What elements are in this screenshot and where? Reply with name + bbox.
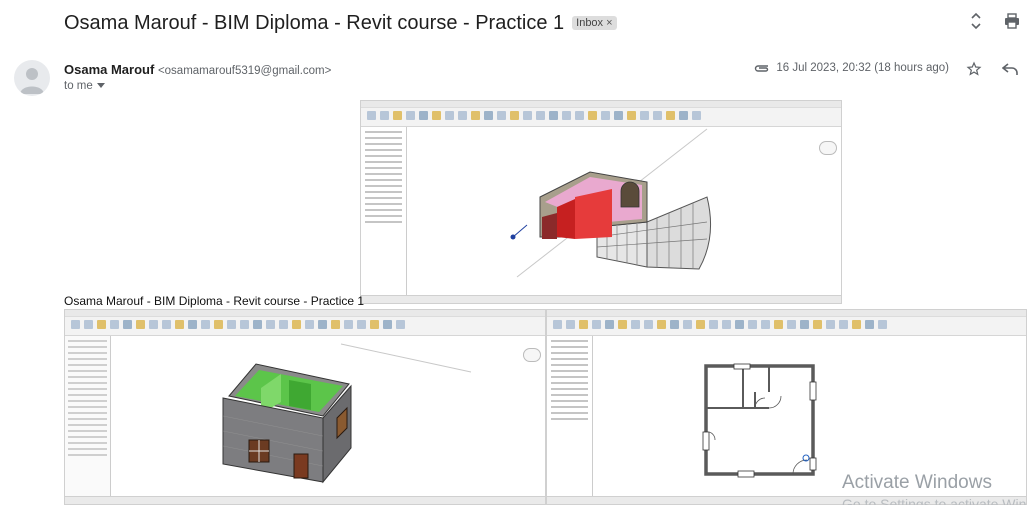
project-browser-panel [361, 127, 407, 295]
activate-windows-subtitle: Go to Settings to activate Windows. [842, 496, 1027, 505]
inbox-label-chip[interactable]: Inbox × [572, 16, 617, 30]
activate-windows-title: Activate Windows [842, 472, 992, 493]
print-icon[interactable] [1003, 12, 1021, 30]
unfold-icon[interactable] [967, 12, 985, 30]
sender-name[interactable]: Osama Marouf [64, 62, 154, 77]
sender-line: Osama Marouf <osamamarouf5319@gmail.com> [64, 62, 331, 77]
revit-status-bar [361, 295, 841, 303]
attachment-caption: Osama Marouf - BIM Diploma - Revit cours… [64, 294, 365, 308]
sender-avatar[interactable] [14, 60, 50, 96]
star-icon[interactable] [965, 60, 983, 78]
email-subject: Osama Marouf - BIM Diploma - Revit cours… [64, 11, 565, 34]
inbox-label-text: Inbox [576, 17, 604, 29]
project-browser-panel [547, 336, 593, 496]
properties-panel [65, 336, 111, 496]
subject-row: Osama Marouf - BIM Diploma - Revit cours… [64, 8, 617, 38]
revit-status-bar [65, 496, 545, 504]
remove-label-button[interactable]: × [606, 17, 612, 29]
paperclip-icon [755, 65, 769, 72]
message-date: 16 Jul 2023, 20:32 (18 hours ago) [776, 62, 949, 74]
chevron-down-icon [96, 83, 105, 88]
revit-ribbon [547, 310, 1026, 336]
revit-ribbon [65, 310, 545, 336]
sender-email: <osamamarouf5319@gmail.com> [157, 65, 332, 77]
recipients-toggle[interactable]: to me [64, 80, 105, 92]
revit-ribbon [361, 101, 841, 127]
3d-model-view [222, 343, 472, 484]
inline-screenshot-3d-curved-model[interactable] [360, 100, 842, 304]
recipients-text: to me [64, 80, 93, 92]
person-icon [20, 68, 44, 94]
3d-model-view [510, 128, 712, 278]
message-meta: 16 Jul 2023, 20:32 (18 hours ago) [754, 62, 949, 74]
reply-icon[interactable] [1001, 60, 1019, 78]
inline-screenshot-3d-stone-model[interactable] [64, 309, 546, 505]
thread-actions [967, 12, 1021, 30]
